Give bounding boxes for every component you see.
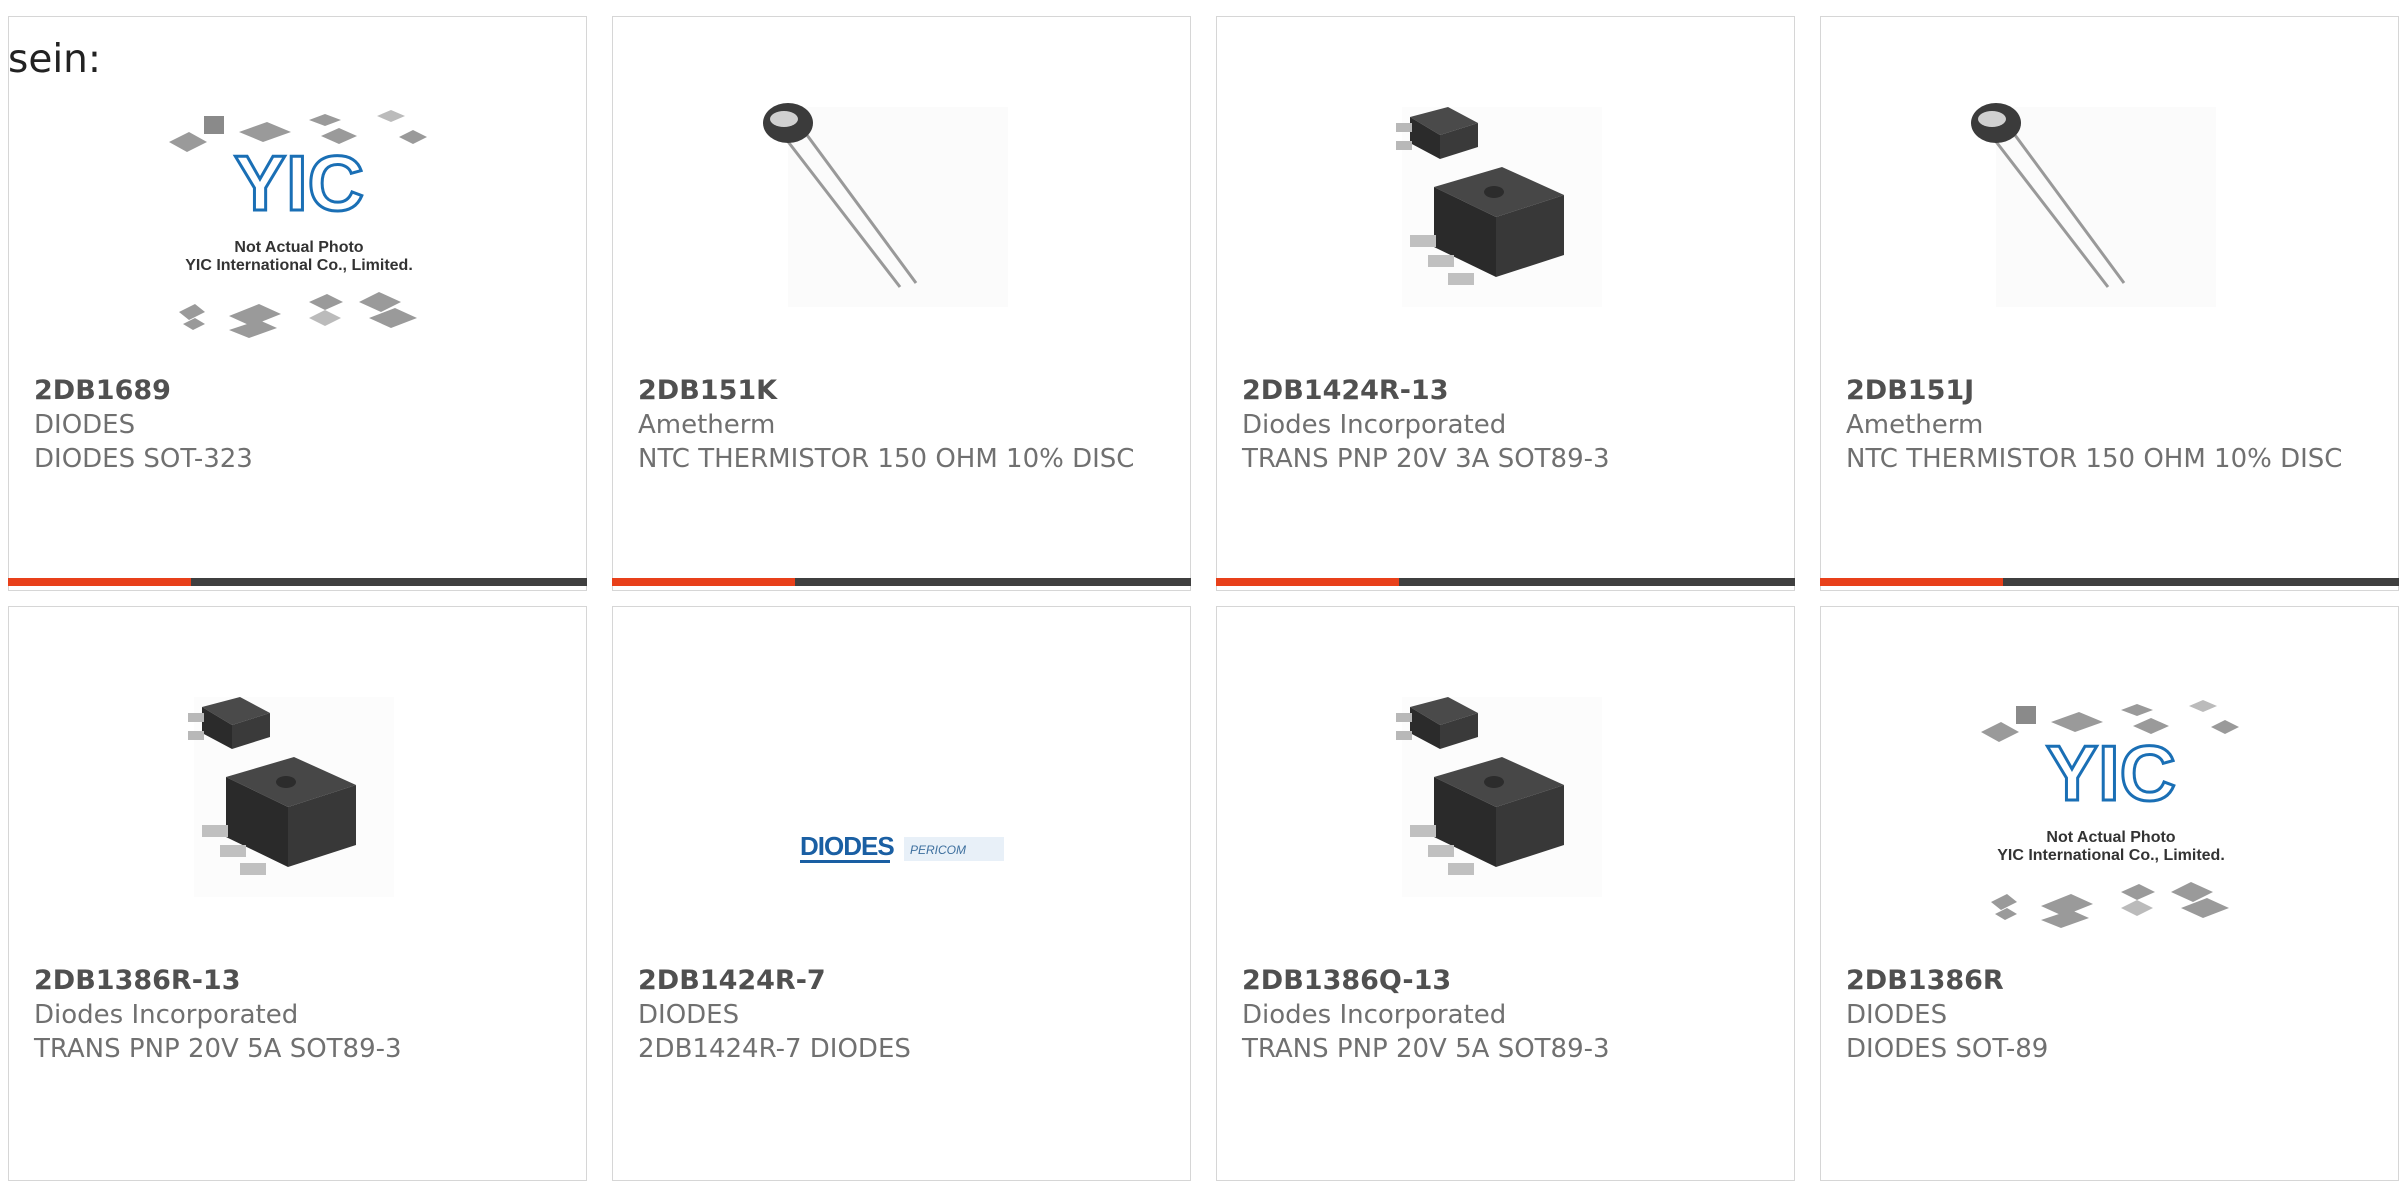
product-card[interactable]: 2DB151K Ametherm NTC THERMISTOR 150 OHM …	[612, 16, 1191, 591]
product-description: TRANS PNP 20V 3A SOT89-3	[1242, 444, 1610, 474]
product-image[interactable]	[144, 677, 444, 947]
product-part-number[interactable]: 2DB151K	[638, 374, 1170, 408]
product-card[interactable]: 2DB1386Q-13 Diodes Incorporated TRANS PN…	[1216, 606, 1795, 1181]
product-part-number[interactable]: 2DB1386Q-13	[1242, 964, 1774, 998]
card-footer-accent	[1820, 578, 2003, 586]
product-description: TRANS PNP 20V 5A SOT89-3	[1242, 1034, 1610, 1064]
product-info: 2DB1424R-13 Diodes Incorporated TRANS PN…	[1242, 374, 1774, 476]
yic-company-text: YIC International Co., Limited.	[1997, 847, 2225, 864]
product-manufacturer: Diodes Incorporated	[1242, 410, 1507, 440]
intro-text: sein:	[8, 37, 102, 82]
card-footer-accent	[8, 578, 191, 586]
thermistor-image	[1971, 103, 2216, 307]
product-manufacturer: DIODES	[638, 1000, 740, 1030]
product-card[interactable]: 2DB1424R-13 Diodes Incorporated TRANS PN…	[1216, 16, 1795, 591]
card-footer-accent	[612, 578, 795, 586]
product-manufacturer: Ametherm	[638, 410, 776, 440]
product-part-number[interactable]: 2DB1386R	[1846, 964, 2378, 998]
product-image[interactable]: YIC Not Actual Photo YIC International C…	[159, 102, 449, 362]
product-image[interactable]	[1352, 677, 1652, 947]
product-grid: YIC Not Actual Photo YIC International C…	[0, 0, 2400, 1181]
card-footer-accent	[1216, 578, 1399, 586]
product-card[interactable]: 2DB151J Ametherm NTC THERMISTOR 150 OHM …	[1820, 16, 2399, 591]
pericom-logo-text: PERICOM	[910, 843, 966, 857]
diodes-logo-text: DIODES	[800, 831, 894, 861]
product-description: NTC THERMISTOR 150 OHM 10% DISC	[638, 444, 1135, 474]
yic-company-text: YIC International Co., Limited.	[185, 257, 413, 274]
sot89-image	[1396, 697, 1602, 897]
thermistor-image	[763, 103, 1008, 307]
product-info: 2DB151K Ametherm NTC THERMISTOR 150 OHM …	[638, 374, 1170, 476]
product-manufacturer: Ametherm	[1846, 410, 1984, 440]
product-description: NTC THERMISTOR 150 OHM 10% DISC	[1846, 444, 2343, 474]
product-manufacturer: DIODES	[34, 410, 136, 440]
product-image[interactable]	[748, 87, 1048, 357]
product-manufacturer: DIODES	[1846, 1000, 1948, 1030]
product-part-number[interactable]: 2DB1689	[34, 374, 566, 408]
product-description: 2DB1424R-7 DIODES	[638, 1034, 911, 1064]
product-info: 2DB1386Q-13 Diodes Incorporated TRANS PN…	[1242, 964, 1774, 1066]
product-card[interactable]: YIC Not Actual Photo YIC International C…	[8, 16, 587, 591]
product-manufacturer: Diodes Incorporated	[1242, 1000, 1507, 1030]
product-description: DIODES SOT-323	[34, 444, 253, 474]
product-image[interactable]	[1956, 87, 2256, 357]
product-part-number[interactable]: 2DB1386R-13	[34, 964, 566, 998]
product-card[interactable]: 2DB1386R-13 Diodes Incorporated TRANS PN…	[8, 606, 587, 1181]
product-image[interactable]	[1352, 87, 1652, 357]
sot89-image	[188, 697, 394, 897]
yic-logo: YIC	[234, 139, 364, 227]
yic-logo: YIC	[2046, 729, 2176, 817]
yic-placeholder-image: YIC Not Actual Photo YIC International C…	[169, 110, 427, 338]
card-footer-bar	[1820, 578, 2399, 586]
card-footer-bar	[1216, 578, 1795, 586]
product-info: 2DB151J Ametherm NTC THERMISTOR 150 OHM …	[1846, 374, 2378, 476]
yic-placeholder-image: YIC Not Actual Photo YIC International C…	[1981, 700, 2239, 928]
product-card[interactable]: YIC Not Actual Photo YIC International C…	[1820, 606, 2399, 1181]
not-actual-photo-text: Not Actual Photo	[234, 239, 363, 256]
product-description: DIODES SOT-89	[1846, 1034, 2049, 1064]
product-part-number[interactable]: 2DB1424R-13	[1242, 374, 1774, 408]
product-info: 2DB1424R-7 DIODES 2DB1424R-7 DIODES	[638, 964, 1170, 1066]
product-info: 2DB1689 DIODES DIODES SOT-323	[34, 374, 566, 476]
product-info: 2DB1386R-13 Diodes Incorporated TRANS PN…	[34, 964, 566, 1066]
product-image[interactable]: YIC Not Actual Photo YIC International C…	[1971, 692, 2261, 952]
product-image[interactable]: DIODES PERICOM	[748, 677, 1048, 947]
card-footer-bar	[8, 578, 587, 586]
product-card[interactable]: DIODES PERICOM 2DB1424R-7 DIODES 2DB1424…	[612, 606, 1191, 1181]
product-part-number[interactable]: 2DB151J	[1846, 374, 2378, 408]
product-description: TRANS PNP 20V 5A SOT89-3	[34, 1034, 402, 1064]
product-info: 2DB1386R DIODES DIODES SOT-89	[1846, 964, 2378, 1066]
not-actual-photo-text: Not Actual Photo	[2046, 829, 2175, 846]
product-manufacturer: Diodes Incorporated	[34, 1000, 299, 1030]
product-part-number[interactable]: 2DB1424R-7	[638, 964, 1170, 998]
card-footer-bar	[612, 578, 1191, 586]
diodes-pericom-logo: DIODES PERICOM	[800, 831, 1004, 863]
sot89-image	[1396, 107, 1602, 307]
